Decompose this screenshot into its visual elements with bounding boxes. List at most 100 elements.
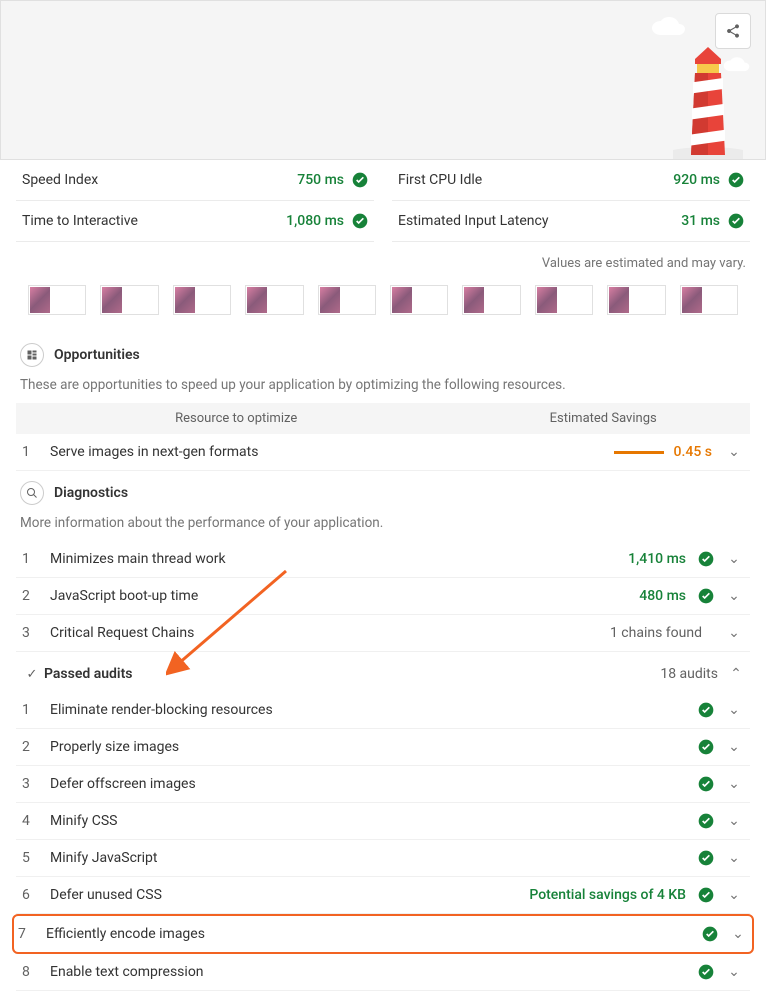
metric-value: 750 ms <box>297 172 344 188</box>
metric-label: Time to Interactive <box>22 213 138 229</box>
diagnostic-value: 1,410 ms <box>628 551 686 567</box>
section-description: More information about the performance o… <box>20 515 750 531</box>
diagnostic-row[interactable]: 3Critical Request Chains1 chains found ⌄ <box>16 615 750 652</box>
passed-audit-row[interactable]: 7Efficiently encode images⌄ <box>12 914 754 954</box>
row-number: 4 <box>22 813 50 829</box>
passed-audits-toggle[interactable]: ✓ Passed audits 18 audits ⌃ <box>16 652 750 692</box>
row-title: Defer offscreen images <box>50 776 698 792</box>
filmstrip-thumb[interactable] <box>390 285 448 315</box>
filmstrip-thumb[interactable] <box>462 285 520 315</box>
filmstrip-thumb[interactable] <box>318 285 376 315</box>
section-title: Opportunities <box>54 347 140 363</box>
diagnostics-icon <box>20 481 44 505</box>
filmstrip-thumb[interactable] <box>28 285 86 315</box>
filmstrip-thumb[interactable] <box>535 285 593 315</box>
pass-check-icon <box>698 813 714 829</box>
chevron-down-icon[interactable]: ⌄ <box>728 926 748 942</box>
filmstrip-thumb[interactable] <box>100 285 158 315</box>
pass-check-icon <box>698 551 714 567</box>
passed-audit-row[interactable]: 1Eliminate render-blocking resources⌄ <box>16 692 750 729</box>
section-description: These are opportunities to speed up your… <box>20 377 750 393</box>
metrics-grid: Speed Index 750 ms Time to Interactive 1,08… <box>0 160 766 242</box>
savings-value: 0.45 s <box>674 444 712 460</box>
metric-value: 1,080 ms <box>286 213 344 229</box>
row-number: 1 <box>22 551 50 567</box>
metric-label: Estimated Input Latency <box>398 213 548 229</box>
column-header: Resource to optimize <box>16 411 456 426</box>
audit-count: 18 audits <box>660 666 718 682</box>
diagnostic-row[interactable]: 1Minimizes main thread work1,410 ms ⌄ <box>16 541 750 578</box>
chevron-down-icon[interactable]: ⌄ <box>724 850 744 866</box>
chevron-down-icon[interactable]: ⌄ <box>724 887 744 903</box>
row-title: Critical Request Chains <box>50 625 610 641</box>
chevron-down-icon[interactable]: ⌄ <box>724 739 744 755</box>
report-header <box>0 0 766 160</box>
metric-value: 920 ms <box>673 172 720 188</box>
row-title: Minify CSS <box>50 813 698 829</box>
row-title: Enable text compression <box>50 964 698 980</box>
passed-audit-row[interactable]: 6Defer unused CSSPotential savings of 4 … <box>16 877 750 914</box>
opportunities-icon <box>20 343 44 367</box>
row-title: Minimizes main thread work <box>50 551 628 567</box>
passed-audit-row[interactable]: 2Properly size images⌄ <box>16 729 750 766</box>
chevron-down-icon[interactable]: ⌄ <box>724 964 744 980</box>
opportunities-columns: Resource to optimize Estimated Savings <box>16 403 750 434</box>
audit-savings: Potential savings of 4 KB <box>529 887 686 903</box>
row-number: 5 <box>22 850 50 866</box>
row-title: JavaScript boot-up time <box>50 588 639 604</box>
chevron-down-icon[interactable]: ⌄ <box>724 776 744 792</box>
row-number: 8 <box>22 964 50 980</box>
row-number: 1 <box>22 444 50 460</box>
chevron-down-icon[interactable]: ⌄ <box>724 551 744 567</box>
row-title: Defer unused CSS <box>50 887 529 903</box>
filmstrip <box>0 281 766 333</box>
passed-audit-row[interactable]: 4Minify CSS ⌄ <box>16 803 750 840</box>
metric-row: Time to Interactive 1,080 ms <box>16 201 374 242</box>
passed-audit-row[interactable]: 5Minify JavaScript ⌄ <box>16 840 750 877</box>
chevron-down-icon[interactable]: ⌄ <box>724 813 744 829</box>
column-header: Estimated Savings <box>456 411 750 426</box>
metric-row: Speed Index 750 ms <box>16 160 374 201</box>
pass-check-icon <box>698 964 714 980</box>
diagnostic-value: 480 ms <box>639 588 686 604</box>
section-title: Passed audits <box>44 666 132 682</box>
chevron-down-icon[interactable]: ⌄ <box>724 588 744 604</box>
opportunity-row[interactable]: 1Serve images in next-gen formats 0.45 s ⌄ <box>16 434 750 471</box>
passed-audit-row[interactable]: 3Defer offscreen images ⌄ <box>16 766 750 803</box>
diagnostics-section: Diagnostics More information about the p… <box>0 471 766 652</box>
row-number: 2 <box>22 588 50 604</box>
chevron-down-icon[interactable]: ⌄ <box>724 625 744 641</box>
row-title: Serve images in next-gen formats <box>50 444 614 460</box>
section-title: Diagnostics <box>54 485 128 501</box>
filmstrip-thumb[interactable] <box>607 285 665 315</box>
row-title: Efficiently encode images <box>46 926 702 942</box>
pass-check-icon <box>702 926 718 942</box>
filmstrip-thumb[interactable] <box>173 285 231 315</box>
check-icon: ✓ <box>20 662 44 686</box>
passed-audits-section: ✓ Passed audits 18 audits ⌃ 1Eliminate r… <box>0 652 766 991</box>
metric-label: First CPU Idle <box>398 172 482 188</box>
row-number: 3 <box>22 776 50 792</box>
pass-check-icon <box>728 172 744 188</box>
diagnostic-row[interactable]: 2JavaScript boot-up time480 ms ⌄ <box>16 578 750 615</box>
row-title: Eliminate render-blocking resources <box>50 702 698 718</box>
row-number: 3 <box>22 625 50 641</box>
pass-check-icon <box>698 776 714 792</box>
pass-check-icon <box>698 739 714 755</box>
chevron-down-icon[interactable]: ⌄ <box>724 444 744 460</box>
filmstrip-thumb[interactable] <box>680 285 738 315</box>
row-title: Minify JavaScript <box>50 850 698 866</box>
metric-label: Speed Index <box>22 172 98 188</box>
diagnostic-value: 1 chains found <box>610 625 702 641</box>
chevron-down-icon[interactable]: ⌄ <box>724 702 744 718</box>
filmstrip-thumb[interactable] <box>245 285 303 315</box>
pass-check-icon <box>698 702 714 718</box>
opportunities-section: Opportunities These are opportunities to… <box>0 333 766 471</box>
pass-check-icon <box>352 172 368 188</box>
passed-audit-row[interactable]: 8Enable text compression ⌄ <box>16 954 750 991</box>
pass-check-icon <box>698 850 714 866</box>
pass-check-icon <box>698 588 714 604</box>
savings-bar <box>614 451 664 454</box>
row-title: Properly size images <box>50 739 698 755</box>
metric-row: First CPU Idle 920 ms <box>392 160 750 201</box>
